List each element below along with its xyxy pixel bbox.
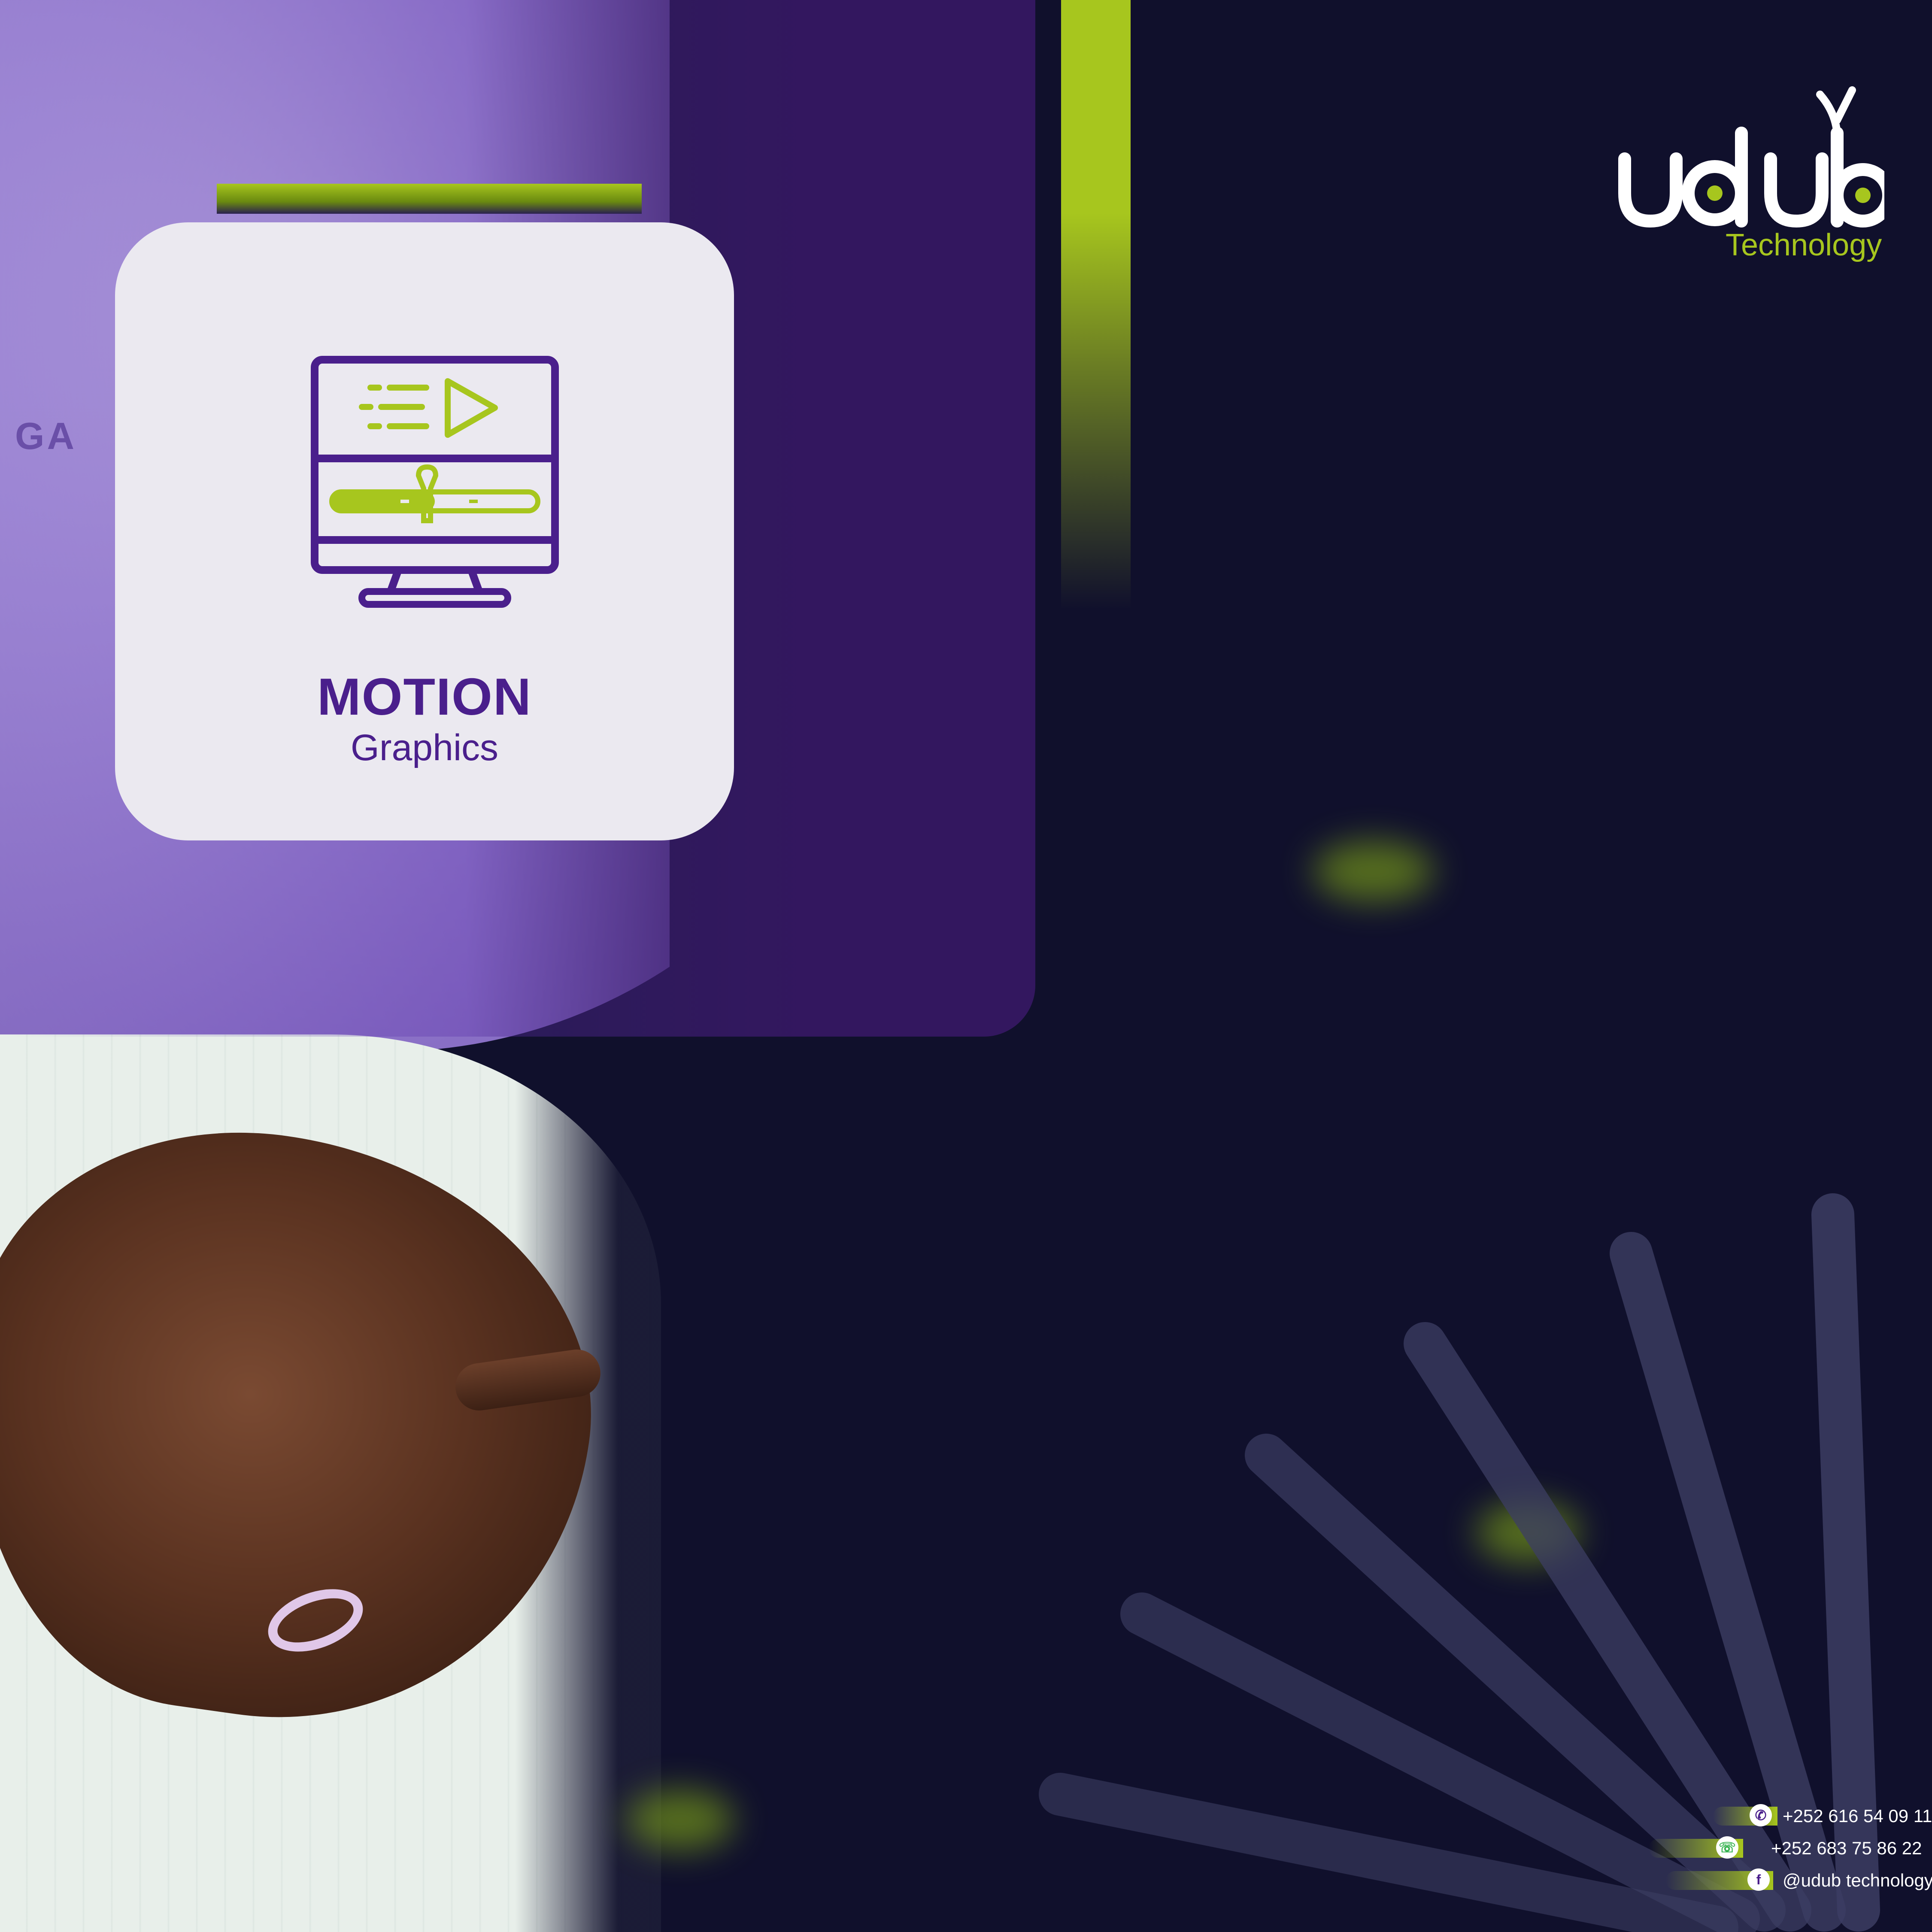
glow-dot [1313,841,1434,901]
contact-row: ✆ +252 616 54 09 11 [1632,1801,1932,1833]
service-card: MOTION Graphics [115,222,734,840]
viber-icon[interactable]: ✆ [1750,1804,1772,1826]
card-subtitle: Graphics [350,727,499,768]
contact-row: f @udub technology [1632,1865,1932,1897]
whatsapp-icon[interactable]: ☏ [1716,1836,1738,1859]
contact-row: ☏ +252 683 75 86 22 [1632,1833,1932,1865]
motion-graphics-monitor-icon [311,356,559,608]
phone-number[interactable]: +252 683 75 86 22 [1771,1838,1922,1859]
card-title: MOTION [317,667,532,726]
contact-list: ✆ +252 616 54 09 11 ☏ +252 683 75 86 22 … [1632,1801,1932,1897]
social-handle[interactable]: @udub technology [1783,1870,1932,1891]
shirt-brand-text: GA [15,415,77,457]
logo-subtitle: Technology [1726,228,1882,262]
facebook-icon[interactable]: f [1747,1868,1770,1891]
glow-dot [627,1790,734,1850]
card-accent-bar [217,184,642,214]
vertical-accent-bar [1061,0,1131,610]
phone-number[interactable]: +252 616 54 09 11 [1783,1806,1932,1826]
